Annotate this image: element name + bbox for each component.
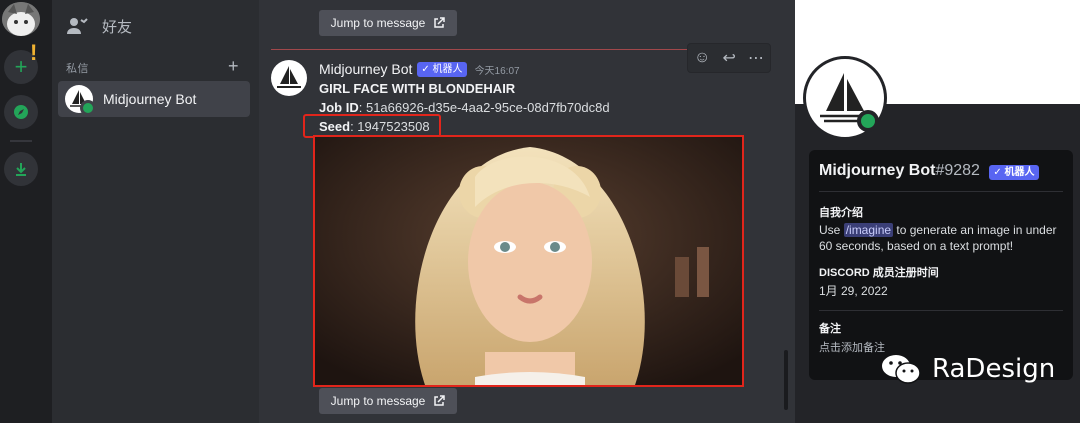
server-rail: + ! xyxy=(0,0,52,423)
chat-scrollbar[interactable] xyxy=(784,350,788,410)
explore-button[interactable] xyxy=(4,95,38,129)
create-dm-button[interactable]: + xyxy=(228,56,239,77)
alert-icon: ! xyxy=(30,40,38,65)
dm-section-label: 私信 xyxy=(66,63,89,75)
plus-icon: + xyxy=(14,54,28,79)
compass-icon xyxy=(14,105,28,119)
about-title: 自我介绍 xyxy=(819,207,863,219)
reply-icon[interactable]: ↩ xyxy=(722,48,735,68)
dm-sidebar: 好友 私信 + Midjourney Bot xyxy=(52,0,259,423)
more-icon[interactable]: ⋯ xyxy=(748,48,764,68)
profile-name: Midjourney Bot#9282 ✓ 机器人 xyxy=(819,162,1039,180)
jump-label: Jump to message xyxy=(330,16,426,30)
add-reaction-icon[interactable]: ☺ xyxy=(694,49,710,67)
member-since-title: DISCORD 成员注册时间 xyxy=(819,267,939,279)
friends-nav-item[interactable]: 好友 xyxy=(66,12,132,40)
profile-username: Midjourney Bot xyxy=(819,162,936,179)
jump-to-message-button[interactable]: Jump to message xyxy=(319,10,457,36)
watermark: RaDesign xyxy=(880,352,1055,386)
download-button[interactable] xyxy=(4,152,38,186)
divider xyxy=(819,310,1063,311)
download-icon xyxy=(16,163,26,176)
message-timestamp: 今天16:07 xyxy=(474,65,520,77)
dm-item-midjourney-bot[interactable]: Midjourney Bot xyxy=(58,81,250,117)
friends-label: 好友 xyxy=(102,18,133,36)
bot-tag: ✓ 机器人 xyxy=(989,165,1039,180)
job-id-line: Job ID: 51a66926-d35e-4aa2-95ce-08d7fb70… xyxy=(319,100,610,115)
online-status-icon xyxy=(857,110,879,132)
note-title: 备注 xyxy=(819,323,841,335)
member-since-date: 1月 29, 2022 xyxy=(819,284,888,298)
message-avatar[interactable] xyxy=(271,60,307,96)
about-pre: Use xyxy=(819,223,844,237)
external-link-icon xyxy=(434,395,446,406)
note-input[interactable]: 点击添加备注 xyxy=(819,340,885,356)
wechat-icon xyxy=(882,355,921,384)
online-status-icon xyxy=(80,100,96,116)
avatar xyxy=(65,85,96,116)
profile-card: Midjourney Bot#9282 ✓ 机器人 自我介绍 Use /imag… xyxy=(809,150,1073,380)
bot-tag: ✓ 机器人 xyxy=(417,61,467,77)
rail-divider xyxy=(10,140,32,142)
watermark-text: RaDesign xyxy=(932,354,1056,384)
message-author[interactable]: Midjourney Bot xyxy=(319,61,412,77)
dm-item-label: Midjourney Bot xyxy=(103,91,197,107)
job-id-label: Job ID xyxy=(319,100,359,115)
job-id-value: : 51a66926-d35e-4aa2-95ce-08d7fb70dc8d xyxy=(358,100,610,115)
generated-image[interactable] xyxy=(313,135,744,387)
imagine-command[interactable]: /imagine xyxy=(843,223,894,237)
jump-to-message-button-bottom[interactable]: Jump to message xyxy=(319,388,457,414)
message-toolbar: ☺ ↩ ⋯ xyxy=(687,43,771,73)
user-avatar[interactable] xyxy=(2,2,40,36)
profile-discriminator: #9282 xyxy=(935,162,980,179)
prompt-title: GIRL FACE WITH BLONDEHAIR xyxy=(319,81,516,96)
external-link-icon xyxy=(434,17,446,28)
divider xyxy=(819,191,1063,192)
about-text: Use /imagine to generate an image in und… xyxy=(819,222,1063,254)
message-header: Midjourney Bot ✓ 机器人 今天16:07 xyxy=(319,61,520,77)
jump-label: Jump to message xyxy=(330,394,426,408)
friends-icon xyxy=(67,18,88,34)
chat-panel: Jump to message ☺ ↩ ⋯ Midjourney Bot ✓ 机… xyxy=(259,0,788,423)
